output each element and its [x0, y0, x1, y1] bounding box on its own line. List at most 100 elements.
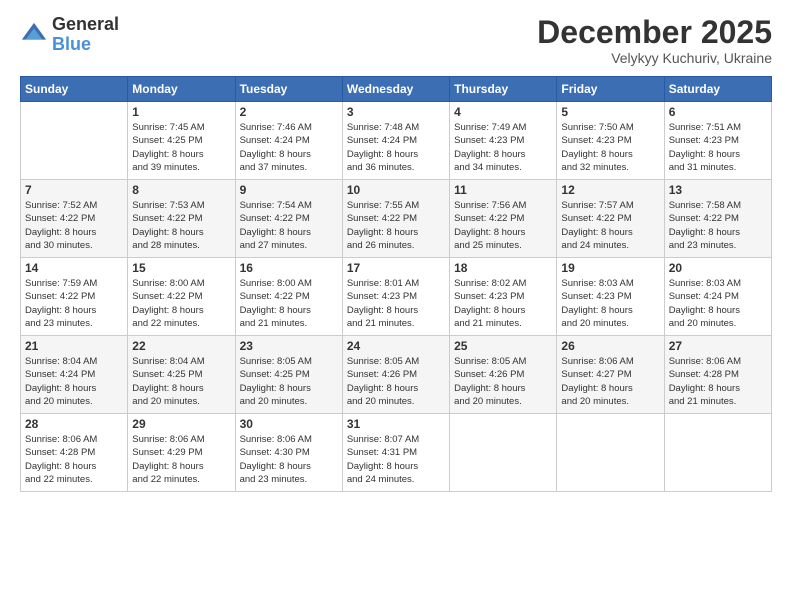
- day-number: 11: [454, 183, 552, 197]
- day-number: 16: [240, 261, 338, 275]
- calendar-week-row: 1 Sunrise: 7:45 AMSunset: 4:25 PMDaylight…: [21, 102, 772, 180]
- day-info: Sunrise: 7:56 AMSunset: 4:22 PMDaylight:…: [454, 199, 552, 252]
- day-number: 14: [25, 261, 123, 275]
- calendar-cell: 11 Sunrise: 7:56 AMSunset: 4:22 PMDayligh…: [450, 180, 557, 258]
- calendar-cell: 29 Sunrise: 8:06 AMSunset: 4:29 PMDayligh…: [128, 414, 235, 492]
- calendar-cell: 3 Sunrise: 7:48 AMSunset: 4:24 PMDaylight…: [342, 102, 449, 180]
- calendar-cell: 28Sunrise: 8:06 AMSunset: 4:28 PMDayligh…: [21, 414, 128, 492]
- calendar-cell: [450, 414, 557, 492]
- day-info: Sunrise: 8:00 AMSunset: 4:22 PMDaylight:…: [240, 277, 338, 330]
- day-info: Sunrise: 8:06 AMSunset: 4:29 PMDaylight:…: [132, 433, 230, 486]
- day-number: 24: [347, 339, 445, 353]
- day-info: Sunrise: 8:03 AMSunset: 4:24 PMDaylight:…: [669, 277, 767, 330]
- title-section: December 2025 Velykyy Kuchuriv, Ukraine: [537, 15, 772, 66]
- day-number: 10: [347, 183, 445, 197]
- calendar-cell: 18 Sunrise: 8:02 AMSunset: 4:23 PMDayligh…: [450, 258, 557, 336]
- day-number: 1: [132, 105, 230, 119]
- day-info: Sunrise: 7:53 AMSunset: 4:22 PMDaylight:…: [132, 199, 230, 252]
- day-number: 13: [669, 183, 767, 197]
- calendar-cell: 6Sunrise: 7:51 AMSunset: 4:23 PMDaylight…: [664, 102, 771, 180]
- logo-icon: [20, 21, 48, 49]
- day-number: 8: [132, 183, 230, 197]
- calendar-week-row: 7 Sunrise: 7:52 AMSunset: 4:22 PMDaylight…: [21, 180, 772, 258]
- calendar-cell: 7 Sunrise: 7:52 AMSunset: 4:22 PMDaylight…: [21, 180, 128, 258]
- logo-text: General Blue: [52, 15, 119, 55]
- calendar-cell: [21, 102, 128, 180]
- day-number: 29: [132, 417, 230, 431]
- day-number: 20: [669, 261, 767, 275]
- day-number: 25: [454, 339, 552, 353]
- day-info: Sunrise: 7:45 AMSunset: 4:25 PMDaylight:…: [132, 121, 230, 174]
- calendar-cell: 10 Sunrise: 7:55 AMSunset: 4:22 PMDayligh…: [342, 180, 449, 258]
- day-header: Sunday: [21, 77, 128, 102]
- calendar-cell: 2 Sunrise: 7:46 AMSunset: 4:24 PMDaylight…: [235, 102, 342, 180]
- day-info: Sunrise: 8:04 AMSunset: 4:25 PMDaylight:…: [132, 355, 230, 408]
- logo-general: General: [52, 15, 119, 35]
- day-info: Sunrise: 7:49 AMSunset: 4:23 PMDaylight:…: [454, 121, 552, 174]
- calendar-cell: 9Sunrise: 7:54 AMSunset: 4:22 PMDaylight…: [235, 180, 342, 258]
- logo: General Blue: [20, 15, 119, 55]
- day-info: Sunrise: 7:59 AMSunset: 4:22 PMDaylight:…: [25, 277, 123, 330]
- calendar-cell: 21Sunrise: 8:04 AMSunset: 4:24 PMDayligh…: [21, 336, 128, 414]
- day-number: 18: [454, 261, 552, 275]
- calendar-cell: 27 Sunrise: 8:06 AMSunset: 4:28 PMDayligh…: [664, 336, 771, 414]
- day-info: Sunrise: 8:05 AMSunset: 4:26 PMDaylight:…: [454, 355, 552, 408]
- page: General Blue December 2025 Velykyy Kuchu…: [0, 0, 792, 612]
- calendar: SundayMondayTuesdayWednesdayThursdayFrid…: [20, 76, 772, 492]
- day-info: Sunrise: 7:50 AMSunset: 4:23 PMDaylight:…: [561, 121, 659, 174]
- day-info: Sunrise: 8:03 AMSunset: 4:23 PMDaylight:…: [561, 277, 659, 330]
- day-number: 31: [347, 417, 445, 431]
- day-info: Sunrise: 7:55 AMSunset: 4:22 PMDaylight:…: [347, 199, 445, 252]
- day-number: 5: [561, 105, 659, 119]
- calendar-cell: 15Sunrise: 8:00 AMSunset: 4:22 PMDayligh…: [128, 258, 235, 336]
- day-info: Sunrise: 8:04 AMSunset: 4:24 PMDaylight:…: [25, 355, 123, 408]
- calendar-cell: [664, 414, 771, 492]
- day-number: 26: [561, 339, 659, 353]
- calendar-cell: 12Sunrise: 7:57 AMSunset: 4:22 PMDayligh…: [557, 180, 664, 258]
- month-title: December 2025: [537, 15, 772, 50]
- day-number: 6: [669, 105, 767, 119]
- calendar-cell: 13 Sunrise: 7:58 AMSunset: 4:22 PMDayligh…: [664, 180, 771, 258]
- day-number: 4: [454, 105, 552, 119]
- day-info: Sunrise: 7:46 AMSunset: 4:24 PMDaylight:…: [240, 121, 338, 174]
- calendar-cell: 5 Sunrise: 7:50 AMSunset: 4:23 PMDaylight…: [557, 102, 664, 180]
- day-number: 19: [561, 261, 659, 275]
- calendar-cell: [557, 414, 664, 492]
- calendar-cell: 16 Sunrise: 8:00 AMSunset: 4:22 PMDayligh…: [235, 258, 342, 336]
- day-info: Sunrise: 8:01 AMSunset: 4:23 PMDaylight:…: [347, 277, 445, 330]
- calendar-cell: 25 Sunrise: 8:05 AMSunset: 4:26 PMDayligh…: [450, 336, 557, 414]
- day-number: 23: [240, 339, 338, 353]
- calendar-cell: 23 Sunrise: 8:05 AMSunset: 4:25 PMDayligh…: [235, 336, 342, 414]
- calendar-cell: 22Sunrise: 8:04 AMSunset: 4:25 PMDayligh…: [128, 336, 235, 414]
- day-header: Wednesday: [342, 77, 449, 102]
- day-header: Thursday: [450, 77, 557, 102]
- day-info: Sunrise: 7:52 AMSunset: 4:22 PMDaylight:…: [25, 199, 123, 252]
- day-info: Sunrise: 7:57 AMSunset: 4:22 PMDaylight:…: [561, 199, 659, 252]
- day-number: 15: [132, 261, 230, 275]
- day-info: Sunrise: 8:05 AMSunset: 4:25 PMDaylight:…: [240, 355, 338, 408]
- day-info: Sunrise: 8:06 AMSunset: 4:28 PMDaylight:…: [669, 355, 767, 408]
- day-info: Sunrise: 8:02 AMSunset: 4:23 PMDaylight:…: [454, 277, 552, 330]
- day-number: 9: [240, 183, 338, 197]
- day-header: Monday: [128, 77, 235, 102]
- location: Velykyy Kuchuriv, Ukraine: [537, 50, 772, 66]
- day-info: Sunrise: 7:48 AMSunset: 4:24 PMDaylight:…: [347, 121, 445, 174]
- calendar-cell: 8 Sunrise: 7:53 AMSunset: 4:22 PMDaylight…: [128, 180, 235, 258]
- day-number: 28: [25, 417, 123, 431]
- day-info: Sunrise: 7:58 AMSunset: 4:22 PMDaylight:…: [669, 199, 767, 252]
- day-header: Tuesday: [235, 77, 342, 102]
- calendar-week-row: 21Sunrise: 8:04 AMSunset: 4:24 PMDayligh…: [21, 336, 772, 414]
- day-number: 27: [669, 339, 767, 353]
- day-number: 7: [25, 183, 123, 197]
- day-number: 2: [240, 105, 338, 119]
- header: General Blue December 2025 Velykyy Kuchu…: [20, 15, 772, 66]
- day-number: 30: [240, 417, 338, 431]
- day-number: 3: [347, 105, 445, 119]
- day-header: Friday: [557, 77, 664, 102]
- day-number: 17: [347, 261, 445, 275]
- day-info: Sunrise: 8:06 AMSunset: 4:27 PMDaylight:…: [561, 355, 659, 408]
- calendar-cell: 20 Sunrise: 8:03 AMSunset: 4:24 PMDayligh…: [664, 258, 771, 336]
- calendar-cell: 26 Sunrise: 8:06 AMSunset: 4:27 PMDayligh…: [557, 336, 664, 414]
- calendar-cell: 31Sunrise: 8:07 AMSunset: 4:31 PMDayligh…: [342, 414, 449, 492]
- calendar-cell: 24Sunrise: 8:05 AMSunset: 4:26 PMDayligh…: [342, 336, 449, 414]
